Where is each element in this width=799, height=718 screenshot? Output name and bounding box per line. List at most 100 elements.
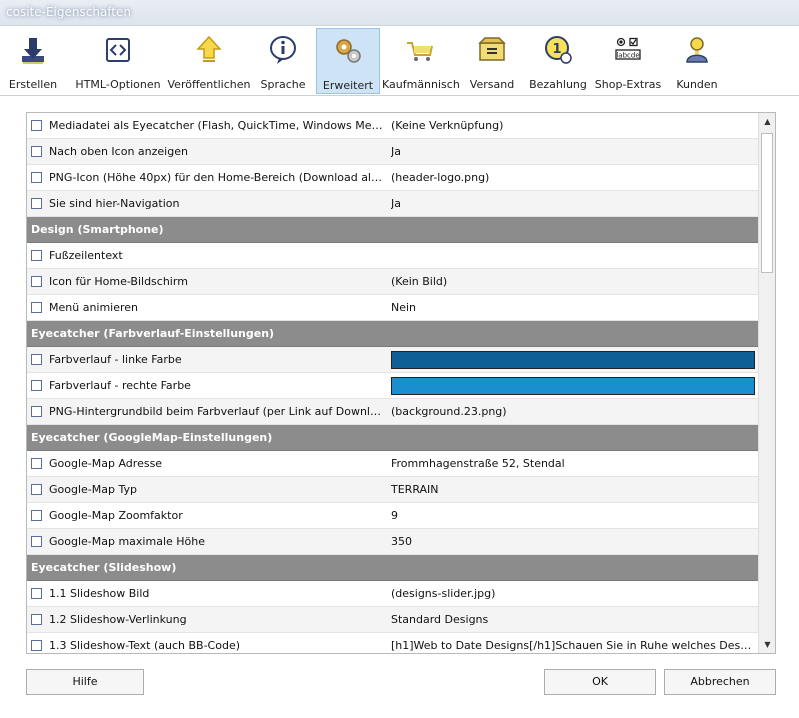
property-value[interactable]: Standard Designs <box>391 613 753 626</box>
tab-html-optionen[interactable]: HTML-Optionen <box>72 28 164 94</box>
tab-label: Sprache <box>260 78 306 91</box>
download-arrow-icon <box>22 38 44 64</box>
property-name: Google-Map Zoomfaktor <box>49 509 183 522</box>
scrollbar-thumb[interactable] <box>761 133 773 273</box>
tab-kunden[interactable]: Kunden <box>668 28 726 94</box>
scroll-up-arrow-icon[interactable]: ▲ <box>759 113 775 130</box>
property-name: Icon für Home-Bildschirm <box>49 275 188 288</box>
group-header: Eyecatcher (Slideshow) <box>27 555 759 581</box>
media-file-icon <box>31 120 42 131</box>
ok-button-label: OK <box>592 675 608 688</box>
property-name: Google-Map Typ <box>49 483 137 496</box>
property-name: Farbverlauf - rechte Farbe <box>49 379 191 392</box>
tab-label: Erstellen <box>8 78 58 91</box>
property-value[interactable]: TERRAIN <box>391 483 753 496</box>
help-button[interactable]: Hilfe <box>26 669 144 695</box>
tab-veroeffentlichen[interactable]: Veröffentlichen <box>166 28 252 94</box>
package-icon <box>478 37 506 61</box>
color-swatch[interactable] <box>391 377 755 395</box>
link-cursor-icon <box>31 172 42 183</box>
property-value[interactable]: Frommhagenstraße 52, Stendal <box>391 457 753 470</box>
property-value[interactable]: (Keine Verknüpfung) <box>391 119 753 132</box>
vertical-scrollbar[interactable]: ▲ ▼ <box>758 113 775 653</box>
property-row[interactable]: 1.3 Slideshow-Text (auch BB-Code) [h1]Web… <box>27 633 759 653</box>
property-value[interactable]: (background.23.png) <box>391 405 753 418</box>
info-bubble-icon <box>270 36 296 64</box>
property-name: Sie sind hier-Navigation <box>49 197 180 210</box>
gears-icon <box>336 39 361 63</box>
customer-icon <box>686 37 708 63</box>
tab-bezahlung[interactable]: 1 Bezahlung <box>526 28 590 94</box>
property-value[interactable]: (Kein Bild) <box>391 275 753 288</box>
property-name: Nach oben Icon anzeigen <box>49 145 188 158</box>
property-row[interactable]: Google-Map Zoomfaktor 9 <box>27 503 759 529</box>
checkbox-options-icon: labcde <box>615 37 641 60</box>
property-name: Google-Map maximale Höhe <box>49 535 206 548</box>
tab-label: Veröffentlichen <box>167 78 251 91</box>
property-value[interactable]: Ja <box>391 145 753 158</box>
tab-erstellen[interactable]: Erstellen <box>0 28 66 94</box>
tab-versand[interactable]: Versand <box>466 28 518 94</box>
group-header: Design (Smartphone) <box>27 217 759 243</box>
property-value[interactable]: (header-logo.png) <box>391 171 753 184</box>
cancel-button[interactable]: Abbrechen <box>664 669 776 695</box>
checkbox-icon <box>31 198 42 209</box>
property-row[interactable]: Icon für Home-Bildschirm (Kein Bild) <box>27 269 759 295</box>
property-value[interactable]: Ja <box>391 197 753 210</box>
title-bar[interactable]: cosite-Eigenschaften <box>0 0 799 26</box>
property-value[interactable]: [h1]Web to Date Designs[/h1]Schauen Sie … <box>391 639 753 652</box>
property-row[interactable]: Menü animieren Nein <box>27 295 759 321</box>
group-header: Eyecatcher (GoogleMap-Einstellungen) <box>27 425 759 451</box>
image-icon <box>31 588 42 599</box>
tab-sprache[interactable]: Sprache <box>256 28 310 94</box>
property-value[interactable]: (designs-slider.jpg) <box>391 587 753 600</box>
tab-label: Kaufmännisch <box>382 78 460 91</box>
toolbar: Erstellen HTML-Optionen Veröffentlichen <box>0 26 799 96</box>
property-name: 1.3 Slideshow-Text (auch BB-Code) <box>49 639 241 652</box>
property-value[interactable]: 350 <box>391 535 753 548</box>
property-name: Farbverlauf - linke Farbe <box>49 353 182 366</box>
code-brackets-icon <box>106 38 130 62</box>
dropdown-icon <box>31 484 42 495</box>
tab-shop-extras[interactable]: labcde Shop-Extras <box>594 28 662 94</box>
property-row[interactable]: Nach oben Icon anzeigen Ja <box>27 139 759 165</box>
ok-button[interactable]: OK <box>544 669 656 695</box>
upload-arrow-icon <box>196 35 222 62</box>
window-title: cosite-Eigenschaften <box>6 5 131 19</box>
property-name: 1.2 Slideshow-Verlinkung <box>49 613 187 626</box>
property-row[interactable]: PNG-Hintergrundbild beim Farbverlauf (pe… <box>27 399 759 425</box>
property-row[interactable]: Google-Map Typ TERRAIN <box>27 477 759 503</box>
tab-label: Shop-Extras <box>594 78 662 91</box>
property-row[interactable]: Google-Map maximale Höhe 350 <box>27 529 759 555</box>
link-cursor-icon <box>31 614 42 625</box>
property-name: Mediadatei als Eyecatcher (Flash, QuickT… <box>49 119 387 132</box>
property-row[interactable]: Google-Map Adresse Frommhagenstraße 52, S… <box>27 451 759 477</box>
color-swatch[interactable] <box>391 351 755 369</box>
property-row[interactable]: Mediadatei als Eyecatcher (Flash, QuickT… <box>27 113 759 139</box>
property-value[interactable]: 9 <box>391 509 753 522</box>
property-rows: Mediadatei als Eyecatcher (Flash, QuickT… <box>27 113 759 653</box>
text-lines-icon <box>31 640 42 651</box>
property-row[interactable]: 1.1 Slideshow Bild (designs-slider.jpg) <box>27 581 759 607</box>
property-name: PNG-Icon (Höhe 40px) für den Home-Bereic… <box>49 171 387 184</box>
property-row[interactable]: Sie sind hier-Navigation Ja <box>27 191 759 217</box>
properties-window: cosite-Eigenschaften Erstellen HTML-Opti… <box>0 0 799 718</box>
tab-kaufmaennisch[interactable]: Kaufmännisch <box>382 28 460 94</box>
number-field-icon <box>31 510 42 521</box>
property-row[interactable]: Farbverlauf - rechte Farbe <box>27 373 759 399</box>
property-row[interactable]: Farbverlauf - linke Farbe <box>27 347 759 373</box>
property-value[interactable]: Nein <box>391 301 753 314</box>
property-row[interactable]: PNG-Icon (Höhe 40px) für den Home-Bereic… <box>27 165 759 191</box>
cancel-button-label: Abbrechen <box>690 675 750 688</box>
image-icon <box>31 276 42 287</box>
property-grid[interactable]: Mediadatei als Eyecatcher (Flash, QuickT… <box>26 112 776 654</box>
checkbox-icon <box>31 146 42 157</box>
property-row[interactable]: 1.2 Slideshow-Verlinkung Standard Designs <box>27 607 759 633</box>
scroll-down-arrow-icon[interactable]: ▼ <box>759 636 775 653</box>
tab-erweitert[interactable]: Erweitert <box>316 28 380 94</box>
text-field-icon <box>31 458 42 469</box>
tab-label: HTML-Optionen <box>75 78 161 91</box>
property-row[interactable]: Fußzeilentext <box>27 243 759 269</box>
coin-icon: 1 <box>545 36 572 64</box>
text-lines-icon <box>31 250 42 261</box>
